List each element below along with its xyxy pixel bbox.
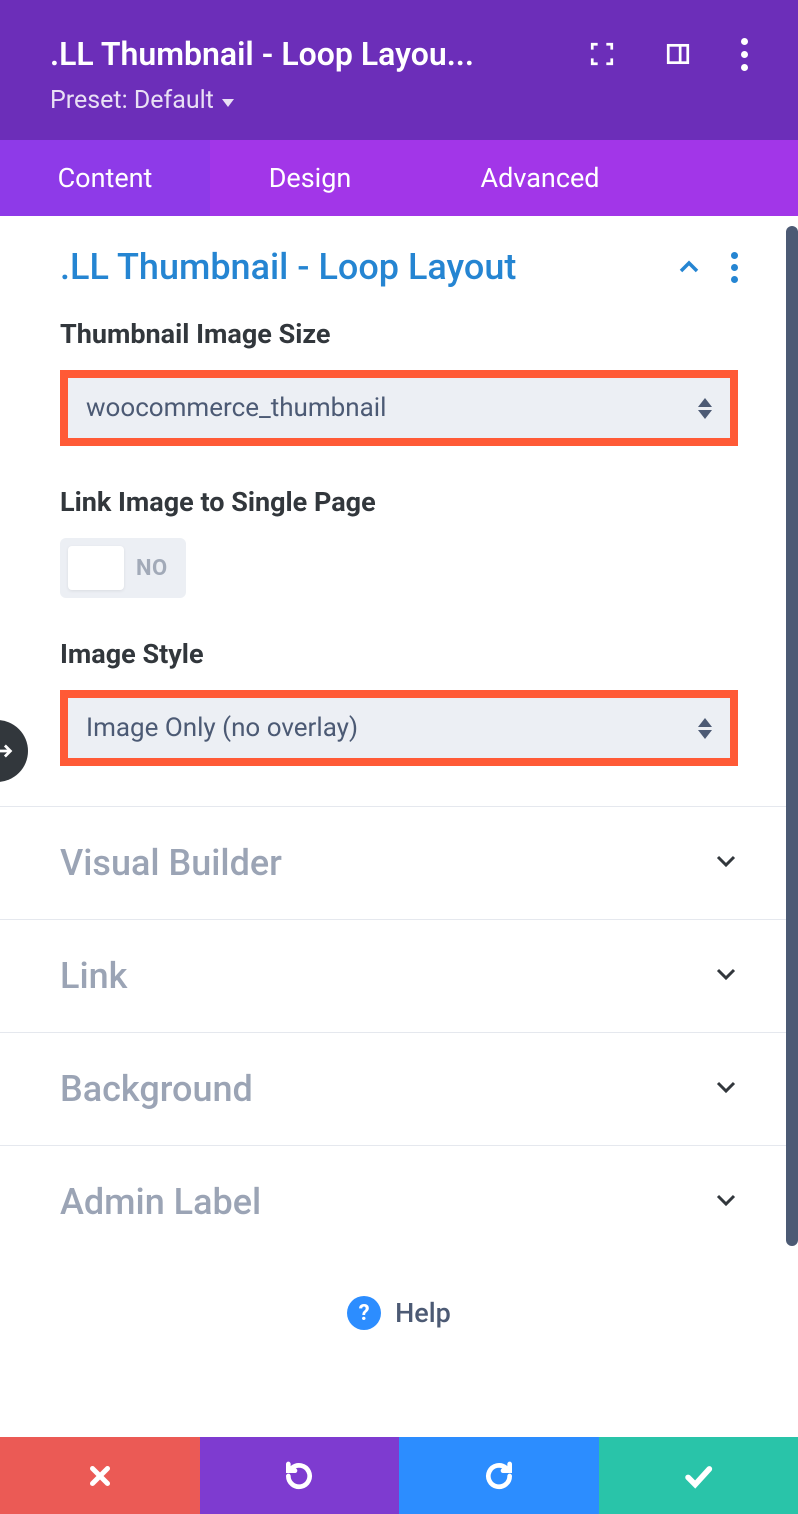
thumbnail-size-select[interactable]: woocommerce_thumbnail <box>68 378 730 438</box>
link-image-toggle[interactable]: NO <box>60 538 186 598</box>
visual-builder-title: Visual Builder <box>60 842 282 884</box>
section-admin-label[interactable]: Admin Label <box>0 1145 798 1258</box>
section-menu-icon[interactable] <box>731 252 738 283</box>
image-style-value: Image Only (no overlay) <box>86 713 358 743</box>
modal-header: .LL Thumbnail - Loop Layou... Preset: De… <box>0 0 798 140</box>
header-actions <box>589 38 748 71</box>
content-area: .LL Thumbnail - Loop Layout Thumbnail Im… <box>0 216 798 1371</box>
header-top-row: .LL Thumbnail - Loop Layou... <box>50 35 748 73</box>
image-style-highlight: Image Only (no overlay) <box>60 690 738 766</box>
tabs-row: Content Design Advanced <box>0 140 798 216</box>
section-header-actions <box>677 252 738 283</box>
caret-down-icon <box>222 99 234 107</box>
redo-button[interactable] <box>399 1437 599 1514</box>
background-title: Background <box>60 1068 253 1110</box>
chevron-down-icon <box>714 1079 738 1099</box>
cancel-button[interactable] <box>0 1437 200 1514</box>
field-link-image: Link Image to Single Page NO <box>0 486 798 638</box>
thumbnail-size-highlight: woocommerce_thumbnail <box>60 370 738 446</box>
image-style-label: Image Style <box>60 638 738 670</box>
chevron-up-icon[interactable] <box>677 259 701 275</box>
preset-selector[interactable]: Preset: Default <box>50 86 748 115</box>
link-image-label: Link Image to Single Page <box>60 486 738 518</box>
help-label: Help <box>395 1297 451 1329</box>
tab-design[interactable]: Design <box>210 140 410 216</box>
expand-icon[interactable] <box>589 41 615 67</box>
toggle-state-label: NO <box>136 556 178 581</box>
panel-icon[interactable] <box>665 41 691 67</box>
scrollbar[interactable] <box>786 226 798 1246</box>
section-link[interactable]: Link <box>0 919 798 1032</box>
main-section-header[interactable]: .LL Thumbnail - Loop Layout <box>0 216 798 318</box>
field-thumbnail-size: Thumbnail Image Size woocommerce_thumbna… <box>0 318 798 486</box>
preset-label: Preset: Default <box>50 86 214 115</box>
link-title: Link <box>60 955 127 997</box>
chevron-down-icon <box>714 853 738 873</box>
help-row[interactable]: ? Help <box>0 1258 798 1360</box>
image-style-select[interactable]: Image Only (no overlay) <box>68 698 730 758</box>
module-title: .LL Thumbnail - Loop Layou... <box>50 35 474 73</box>
main-section-title: .LL Thumbnail - Loop Layout <box>60 246 516 288</box>
field-image-style: Image Style Image Only (no overlay) <box>0 638 798 806</box>
help-icon: ? <box>347 1296 381 1330</box>
undo-button[interactable] <box>200 1437 400 1514</box>
select-arrows-icon <box>698 718 712 739</box>
header-menu-icon[interactable] <box>741 38 748 71</box>
admin-label-title: Admin Label <box>60 1181 261 1223</box>
footer-actions <box>0 1437 798 1514</box>
toggle-handle <box>68 546 124 590</box>
tab-advanced[interactable]: Advanced <box>410 140 670 216</box>
chevron-down-icon <box>714 966 738 986</box>
thumbnail-size-value: woocommerce_thumbnail <box>86 393 386 423</box>
tab-content[interactable]: Content <box>0 140 210 216</box>
chevron-down-icon <box>714 1192 738 1212</box>
save-button[interactable] <box>599 1437 798 1514</box>
section-visual-builder[interactable]: Visual Builder <box>0 806 798 919</box>
section-background[interactable]: Background <box>0 1032 798 1145</box>
select-arrows-icon <box>698 398 712 419</box>
thumbnail-size-label: Thumbnail Image Size <box>60 318 738 350</box>
